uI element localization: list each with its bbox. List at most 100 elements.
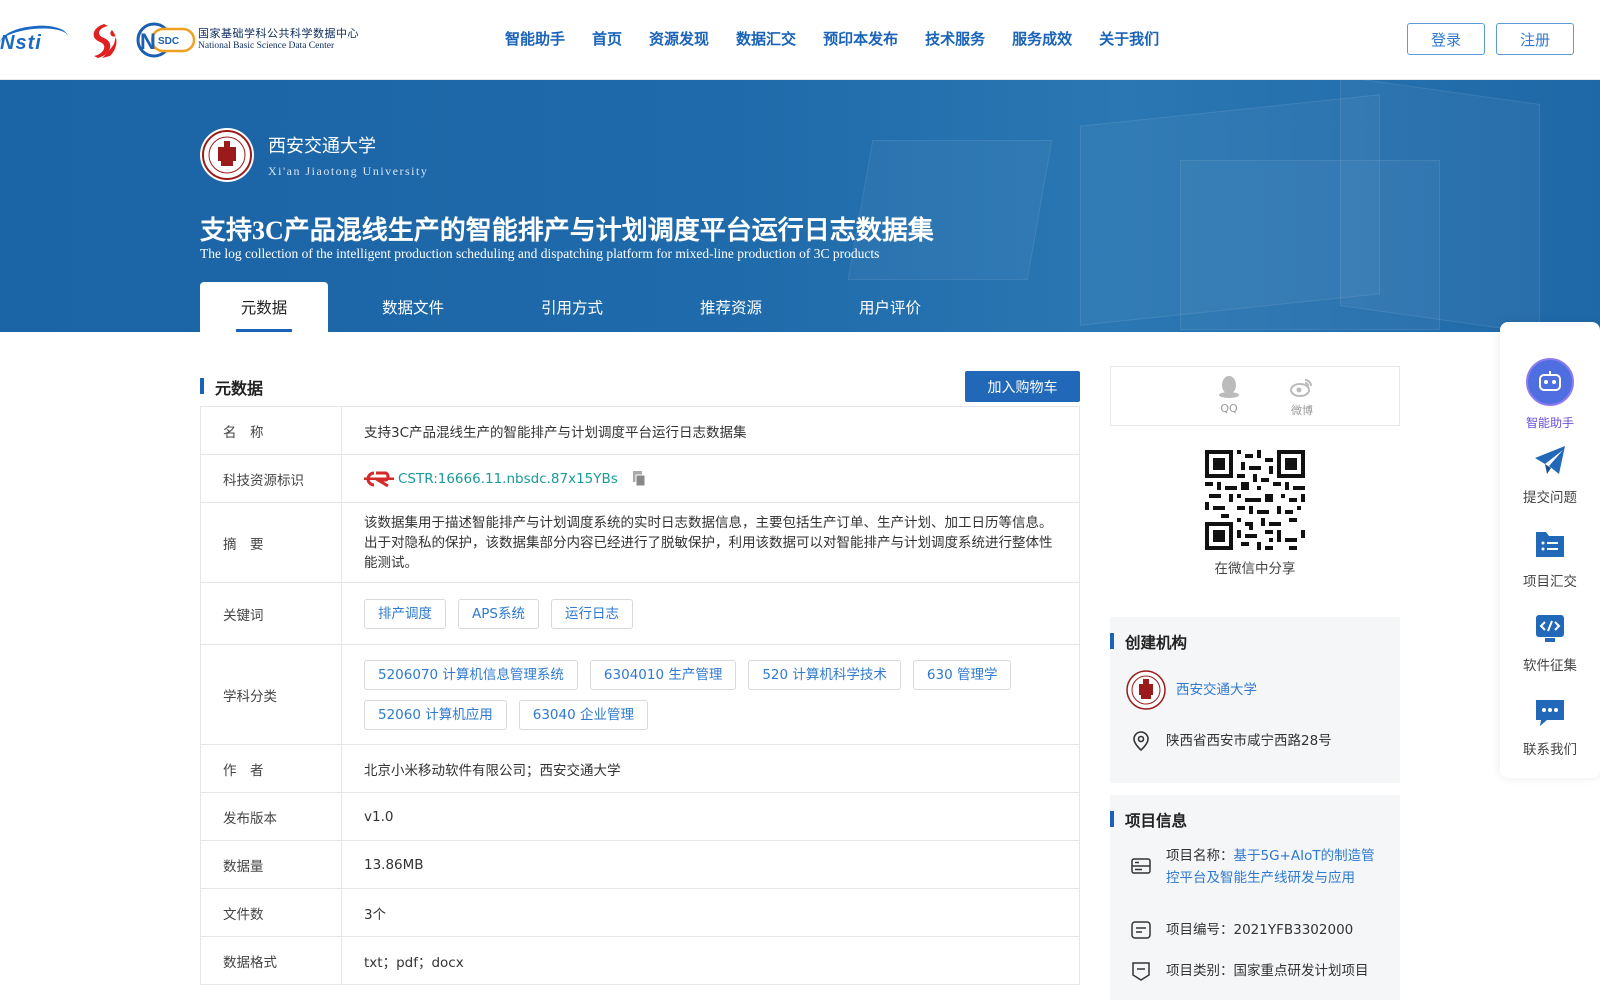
nsdc-badge-icon: N SDC: [136, 22, 196, 58]
cstr-identifier-link[interactable]: CSTR:16666.11.nbsdc.87x15YBs: [398, 471, 618, 487]
university-block: 西安交通大学 Xi'an Jiaotong University: [200, 128, 428, 182]
nav-home[interactable]: 首页: [592, 28, 622, 49]
robot-icon: [1526, 358, 1574, 406]
float-ai-assistant[interactable]: 智能助手: [1500, 358, 1600, 431]
table-row: 学科分类 5206070 计算机信息管理系统 6304010 生产管理 520 计算…: [200, 644, 1080, 745]
project-name-link[interactable]: 基于5G+AIoT的制造管: [1234, 848, 1375, 864]
field-label: 摘 要: [200, 502, 342, 583]
tab-metadata[interactable]: 元数据: [200, 282, 328, 332]
chat-bubble-icon: [1536, 700, 1564, 726]
university-name-cn: 西安交通大学: [268, 135, 376, 157]
add-to-cart-button[interactable]: 加入购物车: [965, 371, 1080, 402]
nav-tech-services[interactable]: 技术服务: [925, 28, 985, 49]
project-type-label: 项目类别：: [1166, 963, 1234, 979]
top-header: Nsti N SDC 国家基础学科公共科学数据中心 National Basic…: [0, 0, 1600, 80]
institution-address: 陕西省西安市咸宁西路28号: [1166, 733, 1332, 749]
keyword-tag[interactable]: APS系统: [458, 598, 539, 629]
tab-recommended[interactable]: 推荐资源: [646, 282, 816, 332]
project-name-label: 项目名称：: [1166, 848, 1234, 864]
nav-resource-discovery[interactable]: 资源发现: [649, 28, 709, 49]
keyword-tag[interactable]: 排产调度: [364, 598, 446, 629]
nav-service-results[interactable]: 服务成效: [1012, 28, 1072, 49]
institution-name-link[interactable]: 西安交通大学: [1176, 682, 1257, 698]
institution-panel-title: 创建机构: [1125, 634, 1188, 652]
tab-citation[interactable]: 引用方式: [498, 282, 646, 332]
subject-tag[interactable]: 630 管理学: [912, 659, 1012, 690]
paper-plane-icon: [1535, 446, 1565, 474]
nsdc-logo[interactable]: N SDC 国家基础学科公共科学数据中心 National Basic Scie…: [136, 21, 359, 59]
folder-list-icon: [1536, 532, 1564, 557]
metadata-section-header: 元数据 加入购物车: [200, 370, 1080, 402]
section-accent-bar: [1110, 633, 1114, 649]
section-accent-bar: [200, 378, 204, 394]
float-label: 软件征集: [1523, 658, 1577, 674]
section-accent-bar: [1110, 811, 1114, 827]
institution-panel: 创建机构 西安交通大学 陕西省西安市咸宁西路28号: [1110, 617, 1400, 783]
dataset-subtitle: The log collection of the intelligent pr…: [200, 246, 880, 261]
copy-icon[interactable]: [632, 470, 646, 487]
table-row: 作 者 北京小米移动软件有限公司；西安交通大学: [200, 744, 1080, 793]
wechat-qr-code: [1205, 450, 1305, 550]
field-label: 关键词: [200, 582, 342, 645]
login-button[interactable]: 登录: [1407, 23, 1485, 55]
field-label: 作 者: [200, 744, 342, 793]
project-name-icon: [1131, 858, 1151, 874]
data-size-value: 13.86MB: [341, 840, 1080, 889]
svg-text:N: N: [140, 29, 156, 54]
dataset-tabs: 元数据 数据文件 引用方式 推荐资源 用户评价: [200, 282, 964, 332]
svg-text:SDC: SDC: [158, 36, 179, 47]
project-number-value: 2021YFB3302000: [1233, 922, 1354, 938]
field-label: 发布版本: [200, 792, 342, 841]
register-button[interactable]: 注册: [1496, 23, 1574, 55]
project-type-value: 国家重点研发计划项目: [1233, 963, 1369, 979]
cstr-logo-icon: [364, 471, 394, 487]
float-label: 联系我们: [1523, 742, 1577, 758]
table-row: 数据量 13.86MB: [200, 840, 1080, 889]
table-row: 摘 要 该数据集用于描述智能排产与计划调度系统的实时日志数据信息，主要包括生产订…: [200, 502, 1080, 583]
nav-preprint[interactable]: 预印本发布: [823, 28, 898, 49]
floating-toolbar: 智能助手 提交问题 项目汇交 软件征集 联系我们: [1500, 322, 1600, 778]
subject-tag[interactable]: 52060 计算机应用: [364, 699, 507, 730]
field-label: 科技资源标识: [200, 454, 342, 503]
abstract-value: 该数据集用于描述智能排产与计划调度系统的实时日志数据信息，主要包括生产订单、生产…: [341, 502, 1080, 583]
field-label: 名 称: [200, 406, 342, 455]
project-number-icon: [1131, 921, 1151, 939]
dataset-name-value: 支持3C产品混线生产的智能排产与计划调度平台运行日志数据集: [341, 406, 1080, 455]
share-qq-button[interactable]: QQ: [1209, 375, 1249, 415]
keyword-tag[interactable]: 运行日志: [550, 598, 633, 629]
table-row: 数据格式 txt；pdf；docx: [200, 936, 1080, 985]
float-software-collection[interactable]: 软件征集: [1500, 612, 1600, 674]
nav-data-submission[interactable]: 数据汇交: [736, 28, 796, 49]
dataset-banner: 西安交通大学 Xi'an Jiaotong University 支持3C产品混…: [0, 80, 1600, 332]
red-s-logo[interactable]: [82, 20, 122, 60]
subject-tag[interactable]: 6304010 生产管理: [589, 659, 737, 690]
metadata-table: 名 称 支持3C产品混线生产的智能排产与计划调度平台运行日志数据集 科技资源标识…: [200, 406, 1080, 985]
field-label: 学科分类: [200, 644, 342, 745]
subject-tag[interactable]: 63040 企业管理: [518, 699, 648, 730]
location-pin-icon: [1133, 731, 1149, 752]
project-panel-title: 项目信息: [1125, 812, 1188, 830]
float-project-submission[interactable]: 项目汇交: [1500, 528, 1600, 590]
subject-tag[interactable]: 5206070 计算机信息管理系统: [364, 659, 578, 690]
float-submit-question[interactable]: 提交问题: [1500, 444, 1600, 506]
subject-tag[interactable]: 520 计算机科学技术: [748, 659, 901, 690]
nsti-logo[interactable]: Nsti: [0, 20, 70, 60]
project-name-link-cont[interactable]: 控平台及智能生产线研发与应用: [1166, 870, 1355, 886]
field-label: 数据量: [200, 840, 342, 889]
tab-user-reviews[interactable]: 用户评价: [816, 282, 964, 332]
tab-data-files[interactable]: 数据文件: [328, 282, 498, 332]
file-count-value: 3个: [341, 888, 1080, 937]
nav-ai-assistant[interactable]: 智能助手: [505, 28, 565, 49]
float-contact-us[interactable]: 联系我们: [1500, 696, 1600, 758]
nsti-logo-text: Nsti: [0, 32, 42, 54]
float-label: 智能助手: [1525, 416, 1574, 430]
university-name-en: Xi'an Jiaotong University: [268, 163, 429, 178]
nav-about-us[interactable]: 关于我们: [1099, 28, 1159, 49]
nsdc-name-cn: 国家基础学科公共科学数据中心: [198, 27, 359, 40]
dataset-title: 支持3C产品混线生产的智能排产与计划调度平台运行日志数据集: [200, 216, 934, 245]
logo-group: Nsti N SDC 国家基础学科公共科学数据中心 National Basic…: [0, 18, 359, 62]
qq-icon: [1219, 376, 1239, 398]
share-weibo-button[interactable]: 微博: [1282, 375, 1322, 418]
nsdc-name-en: National Basic Science Data Center: [198, 41, 335, 51]
metadata-section-title: 元数据: [215, 379, 264, 398]
